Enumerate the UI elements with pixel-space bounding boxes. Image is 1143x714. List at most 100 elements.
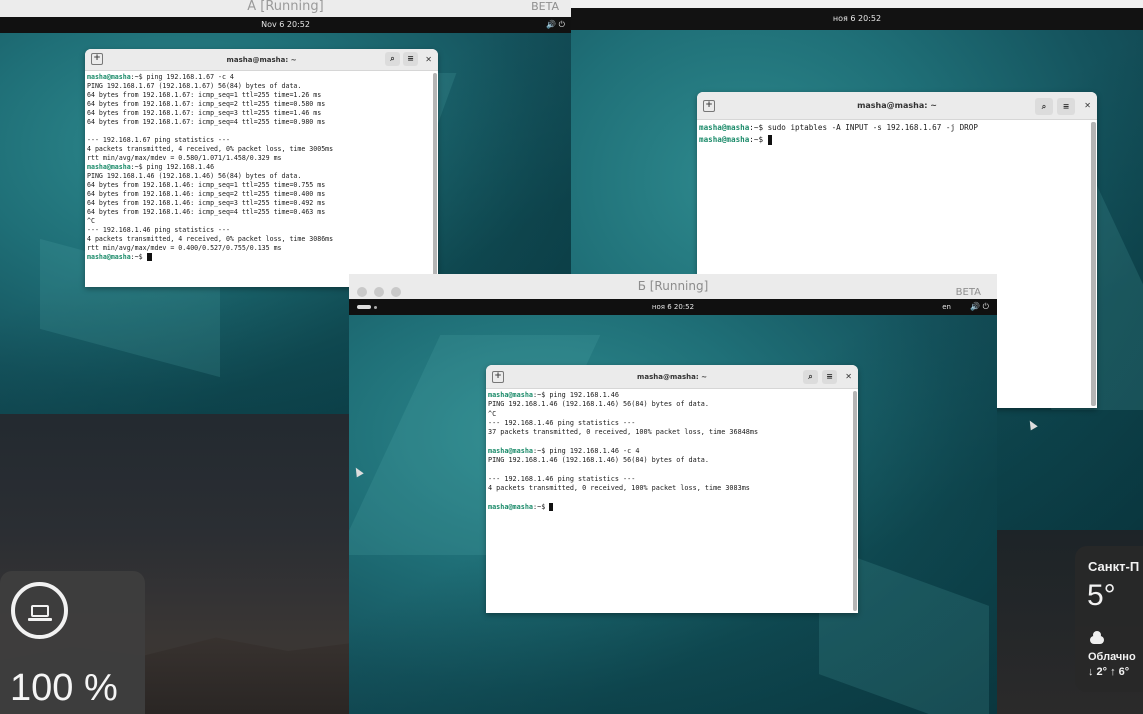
terminal-scrollbar[interactable]: [1091, 122, 1096, 406]
battery-percentage: 100 %: [10, 667, 118, 709]
battery-widget[interactable]: 100 %: [0, 571, 145, 714]
weather-temperature: 5°: [1087, 579, 1116, 612]
terminal-command: :~$: [749, 135, 768, 144]
vm-a-system-tray[interactable]: 🔊 ⏻: [546, 17, 565, 33]
battery-ring: [11, 582, 68, 639]
terminal-scrollbar[interactable]: [853, 391, 857, 611]
menu-icon[interactable]: ≡: [403, 52, 418, 66]
terminal-command: :~$ ping 192.168.1.46: [130, 163, 215, 171]
terminal-line: --- 192.168.1.67 ping statistics ---: [87, 136, 230, 144]
terminal-command: :~$: [533, 502, 550, 511]
terminal-line: 4 packets transmitted, 4 received, 0% pa…: [87, 235, 334, 243]
vm-a-title: A [Running]: [247, 0, 324, 14]
terminal-line: 64 bytes from 192.168.1.46: icmp_seq=2 t…: [87, 190, 326, 198]
terminal-line: PING 192.168.1.46 (192.168.1.46) 56(84) …: [488, 456, 709, 465]
terminal-scrollbar[interactable]: [433, 73, 437, 287]
vm-b-titlebar[interactable]: Б [Running] BETA: [349, 274, 997, 299]
screen: A [Running] BETA Nov 6 20:52 🔊 ⏻ + masha…: [0, 0, 1143, 714]
terminal-line: 64 bytes from 192.168.1.67: icmp_seq=3 t…: [87, 109, 322, 117]
close-icon[interactable]: ✕: [1084, 92, 1091, 120]
new-tab-icon[interactable]: +: [703, 100, 715, 112]
terminal-cursor: [146, 253, 152, 261]
terminal-line: PING 192.168.1.46 (192.168.1.46) 56(84) …: [488, 400, 709, 409]
minimize-dot[interactable]: [374, 287, 384, 297]
terminal-prompt: masha@masha: [87, 253, 131, 261]
weather-widget[interactable]: Санкт-П 5° Облачно ↓ 2° ↑ 6°: [1075, 546, 1143, 692]
activities-indicator[interactable]: [357, 305, 371, 309]
menu-icon[interactable]: ≡: [822, 370, 837, 384]
terminal-headerbar[interactable]: + masha@masha: ~ ⌕ ≡ ✕: [85, 49, 438, 71]
vm-right-titlebar[interactable]: [571, 0, 1143, 8]
terminal-command: :~$: [130, 253, 147, 261]
laptop-icon: [28, 605, 52, 621]
weather-city: Санкт-П: [1088, 559, 1140, 574]
vm-right-clock[interactable]: ноя 6 20:52: [833, 14, 881, 23]
terminal-output[interactable]: masha@masha:~$ ping 192.168.1.46 PING 192…: [486, 389, 858, 514]
terminal-command: :~$ ping 192.168.1.46: [533, 391, 619, 399]
terminal-prompt: masha@masha: [87, 73, 131, 81]
terminal-line: ^C: [87, 217, 95, 225]
terminal-prompt: masha@masha: [699, 123, 750, 132]
terminal-line: ^C: [488, 409, 497, 418]
terminal-line: rtt min/avg/max/mdev = 0.400/0.527/0.755…: [87, 244, 282, 252]
terminal-line: 64 bytes from 192.168.1.67: icmp_seq=4 t…: [87, 118, 326, 126]
terminal-line: masha@masha:~$ sudo iptables -A INPUT -s…: [699, 122, 1095, 134]
terminal-line: masha@masha:~$ ping 192.168.1.46 -c 4: [488, 447, 856, 456]
cloud-icon: [1090, 631, 1104, 644]
terminal-line: 64 bytes from 192.168.1.67: icmp_seq=1 t…: [87, 91, 322, 99]
terminal-cursor: [767, 135, 772, 145]
vm-b-system-tray[interactable]: 🔊 ⏻: [970, 299, 989, 315]
terminal-line: masha@masha:~$: [87, 253, 436, 262]
terminal-line: 64 bytes from 192.168.1.67: icmp_seq=2 t…: [87, 100, 326, 108]
terminal-prompt: masha@masha: [699, 135, 750, 144]
weather-range: ↓ 2° ↑ 6°: [1088, 666, 1130, 678]
vm-b-title: Б [Running]: [637, 279, 709, 293]
keyboard-layout[interactable]: en: [942, 299, 951, 315]
terminal-line: PING 192.168.1.46 (192.168.1.46) 56(84) …: [87, 172, 302, 180]
new-tab-icon[interactable]: +: [492, 371, 504, 383]
vm-b-clock[interactable]: ноя 6 20:52: [652, 303, 694, 311]
terminal-prompt: masha@masha: [87, 163, 131, 171]
maximize-dot[interactable]: [391, 287, 401, 297]
search-icon[interactable]: ⌕: [1035, 98, 1053, 115]
vm-b-topbar: ноя 6 20:52 en 🔊 ⏻: [349, 299, 997, 315]
terminal-headerbar[interactable]: + masha@masha: ~ ⌕ ≡ ✕: [486, 365, 858, 389]
close-icon[interactable]: ✕: [845, 365, 852, 389]
terminal-prompt: masha@masha: [488, 391, 534, 399]
terminal-line: --- 192.168.1.46 ping statistics ---: [488, 474, 636, 483]
vm-b-terminal-window[interactable]: + masha@masha: ~ ⌕ ≡ ✕ masha@masha:~$ pi…: [486, 365, 858, 613]
terminal-line: 64 bytes from 192.168.1.46: icmp_seq=3 t…: [87, 199, 326, 207]
workspace-dot: [374, 306, 377, 309]
terminal-title: masha@masha: ~: [637, 373, 707, 381]
terminal-line: 4 packets transmitted, 4 received, 0% pa…: [87, 145, 334, 153]
vm-b-window[interactable]: Б [Running] BETA ноя 6 20:52 en 🔊 ⏻ + ma…: [349, 274, 997, 714]
terminal-title: masha@masha: ~: [226, 56, 297, 64]
terminal-headerbar[interactable]: + masha@masha: ~ ⌕ ≡ ✕: [697, 92, 1097, 120]
vm-a-titlebar[interactable]: A [Running] BETA: [0, 0, 571, 17]
terminal-prompt: masha@masha: [488, 446, 534, 455]
terminal-line: masha@masha:~$ ping 192.168.1.46: [87, 163, 436, 172]
terminal-line: masha@masha:~$ ping 192.168.1.46: [488, 391, 856, 400]
new-tab-icon[interactable]: +: [91, 53, 103, 65]
close-icon[interactable]: ✕: [425, 49, 432, 71]
menu-icon[interactable]: ≡: [1057, 98, 1075, 115]
terminal-line: masha@masha:~$ ping 192.168.1.67 -c 4: [87, 73, 436, 82]
terminal-command: :~$ ping 192.168.1.46 -c 4: [533, 446, 640, 455]
vm-a-clock[interactable]: Nov 6 20:52: [261, 20, 310, 29]
terminal-cursor: [549, 502, 554, 511]
terminal-command: :~$ sudo iptables -A INPUT -s 192.168.1.…: [749, 123, 978, 132]
terminal-output[interactable]: masha@masha:~$ sudo iptables -A INPUT -s…: [697, 120, 1097, 148]
terminal-line: rtt min/avg/max/mdev = 0.580/1.071/1.458…: [87, 154, 282, 162]
search-icon[interactable]: ⌕: [803, 370, 818, 384]
search-icon[interactable]: ⌕: [385, 52, 400, 66]
terminal-output[interactable]: masha@masha:~$ ping 192.168.1.67 -c 4 PIN…: [85, 71, 438, 264]
close-dot[interactable]: [357, 287, 367, 297]
vm-a-terminal-window[interactable]: + masha@masha: ~ ⌕ ≡ ✕ masha@masha:~$ pi…: [85, 49, 438, 287]
terminal-command: :~$ ping 192.168.1.67 -c 4: [130, 73, 234, 81]
terminal-line: masha@masha:~$: [488, 502, 856, 512]
terminal-line: --- 192.168.1.46 ping statistics ---: [87, 226, 230, 234]
